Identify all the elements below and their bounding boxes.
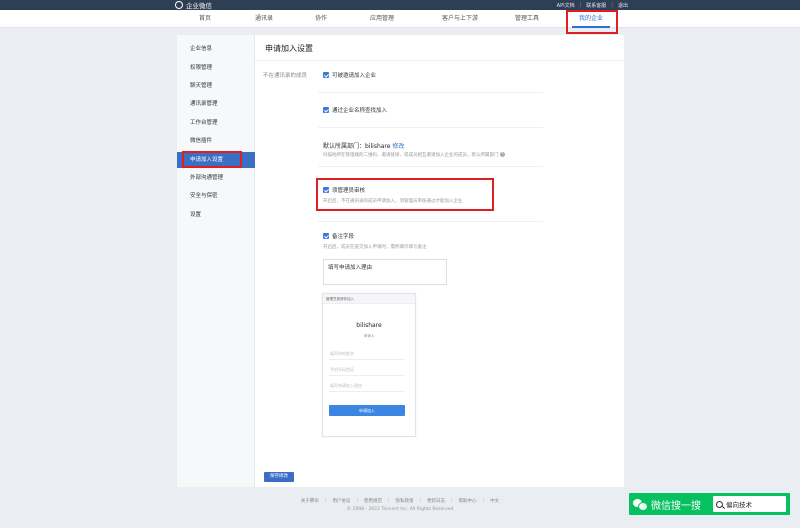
nav-contacts[interactable]: 通讯录 [255,10,273,28]
preview-corp-name: bilishare [356,322,382,329]
sidebar-item-permissions[interactable]: 权限管理 [177,60,255,76]
footer-link-about[interactable]: 关于腾讯 [301,498,319,504]
sidebar-item-settings[interactable]: 设置 [177,207,255,223]
main-nav: 首页 通讯录 协作 应用管理 客户与上下游 管理工具 我的企业 [0,10,800,28]
remark-field-description: 开启后，成员在提交加入申请时，需所填示填写备注 [323,245,427,250]
logo-text: 企业微信 [186,2,212,10]
divider [318,166,543,167]
sidebar-item-security[interactable]: 安全与保密 [177,188,255,204]
preview-header: 管理员邀请你加入 [323,294,415,304]
divider [318,92,543,93]
search-join-label: 通过企业名称查找加入 [332,108,388,114]
preview-reason-field: 填写申请加入理由 [329,380,405,392]
wechat-icon [633,498,648,511]
preview-name-field: 填写你的姓名 [329,348,405,360]
search-join-checkbox[interactable] [323,107,329,113]
mobile-preview: 管理员邀请你加入 bilishare 申请人 填写你的姓名 手机号码验证 填写申… [322,293,416,437]
sidebar-item-wechat-plugin[interactable]: 微信插件 [177,133,255,149]
footer-language-select[interactable]: 中文 [490,498,499,504]
wecom-logo-icon [175,1,183,9]
highlight-box-admin-review [316,178,494,211]
default-department-label: 默认所属部门： [323,143,366,150]
nav-home[interactable]: 首页 [199,10,211,28]
watermark-search-box: 偏向技术 [713,496,786,512]
footer-link-agreement[interactable]: 用户协议 [332,498,350,504]
title-divider [255,60,624,61]
footer-link-help[interactable]: 帮助中心 [459,498,477,504]
nav-app-management[interactable]: 应用管理 [370,10,394,28]
footer-link-usage[interactable]: 使用规范 [364,498,382,504]
api-docs-link[interactable]: API文档 [557,2,575,9]
nav-management-tools[interactable]: 管理工具 [515,10,539,28]
footer-link-privacy[interactable]: 隐私政策 [396,498,414,504]
default-department: 默认所属部门：bilishare 修改 [323,141,404,150]
department-description: 扫描他所在管理端的二维码、邀请链接、或成员相互邀请加入企业的成员，默认所属部门 … [323,152,505,158]
default-department-value: bilishare [365,143,391,150]
nav-customers[interactable]: 客户与上下游 [442,10,478,28]
footer-link-changelog[interactable]: 更新日志 [427,498,445,504]
watermark-query: 偏向技术 [726,501,752,509]
wechat-search-watermark: 微信搜一搜 偏向技术 [629,493,790,515]
sidebar-item-contacts-management[interactable]: 通讯录管理 [177,96,255,112]
divider [318,221,543,222]
logout-link[interactable]: 退出 [618,2,628,9]
logo[interactable]: 企业微信 [175,0,212,10]
remark-field-checkbox[interactable] [323,233,329,239]
department-description-text: 扫描他所在管理端的二维码、邀请链接、或成员相互邀请加入企业的成员，默认所属部门 [323,153,499,158]
content-area: 申请加入设置 不在通讯录的成员 可被邀请加入企业 通过企业名称查找加入 默认所属… [255,35,624,487]
watermark-text: 微信搜一搜 [651,500,701,512]
top-bar: 企业微信 API文档 | 联系客服 | 退出 [0,0,800,10]
preview-phone-field: 手机号码验证 [329,364,405,376]
save-button[interactable]: 保存修改 [264,472,294,482]
preview-subtitle: 申请人 [363,334,375,338]
sidebar-item-external-communication[interactable]: 外部沟通管理 [177,170,255,186]
preview-apply-button: 申请加入 [329,405,405,416]
sidebar-item-workbench[interactable]: 工作台管理 [177,115,255,131]
remark-field-label: 备注字段 [332,234,355,240]
divider [318,127,543,128]
edit-department-link[interactable]: 修改 [392,143,404,150]
highlight-box-my-enterprise [566,10,618,34]
sidebar: 企业信息 权限管理 聊天管理 通讯录管理 工作台管理 微信插件 申请加入设置 外… [177,35,255,487]
settings-panel: 企业信息 权限管理 聊天管理 通讯录管理 工作台管理 微信插件 申请加入设置 外… [177,35,624,487]
search-icon [716,500,723,508]
contact-support-link[interactable]: 联系客服 [586,2,606,9]
section-label: 不在通讯录的成员 [263,73,308,79]
remark-prompt-input[interactable]: 填写申请加入理由 [323,259,447,285]
help-icon[interactable]: ? [499,152,505,157]
sidebar-item-enterprise-info[interactable]: 企业信息 [177,41,255,57]
nav-collaboration[interactable]: 协作 [315,10,327,28]
page-title: 申请加入设置 [265,44,313,53]
highlight-box-sidebar-item [182,151,242,168]
invite-join-label: 可被邀请加入企业 [332,73,377,79]
sidebar-item-chat-management[interactable]: 聊天管理 [177,78,255,94]
top-links: API文档 | 联系客服 | 退出 [556,2,628,9]
invite-join-checkbox[interactable] [323,72,329,78]
